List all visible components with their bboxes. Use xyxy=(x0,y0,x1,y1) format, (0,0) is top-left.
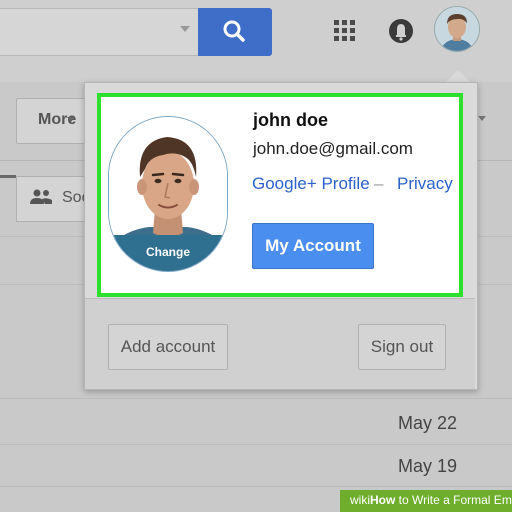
list-item-date: May 22 xyxy=(398,413,458,433)
search-input[interactable] xyxy=(0,8,199,56)
add-account-button[interactable]: Add account xyxy=(108,324,228,370)
account-email: john.doe@gmail.com xyxy=(253,139,413,158)
search-button[interactable] xyxy=(198,8,272,56)
notifications-bell-icon[interactable] xyxy=(388,16,414,46)
watermark-title: to Write a Formal Email xyxy=(395,493,512,507)
account-name: john doe xyxy=(253,110,328,130)
chevron-down-icon xyxy=(67,117,75,122)
google-plus-profile-link[interactable]: Google+ Profile xyxy=(252,174,370,194)
chevron-down-icon-right[interactable] xyxy=(478,116,486,121)
watermark-how: How xyxy=(370,493,396,507)
tab-indicator xyxy=(0,175,16,178)
list-divider xyxy=(0,444,512,445)
search-options-caret-icon[interactable] xyxy=(180,26,190,32)
people-icon xyxy=(30,189,52,204)
account-avatar-button[interactable] xyxy=(434,6,480,52)
privacy-link[interactable]: Privacy xyxy=(397,174,453,194)
apps-grid-icon[interactable] xyxy=(334,20,356,42)
my-account-button[interactable]: My Account xyxy=(252,223,374,269)
search-icon xyxy=(223,20,245,42)
sign-out-button[interactable]: Sign out xyxy=(358,324,446,370)
list-divider xyxy=(0,398,512,399)
avatar xyxy=(435,7,479,51)
link-separator: – xyxy=(374,174,384,193)
watermark-brand: wiki xyxy=(350,493,370,507)
list-divider xyxy=(0,486,512,487)
watermark-text: wikiHow to Write a Formal Email xyxy=(350,493,512,507)
change-photo-label[interactable]: Change xyxy=(109,245,227,259)
popup-pointer xyxy=(446,70,470,82)
list-item-date: May 19 xyxy=(398,456,458,476)
profile-photo[interactable]: Change xyxy=(108,116,228,272)
